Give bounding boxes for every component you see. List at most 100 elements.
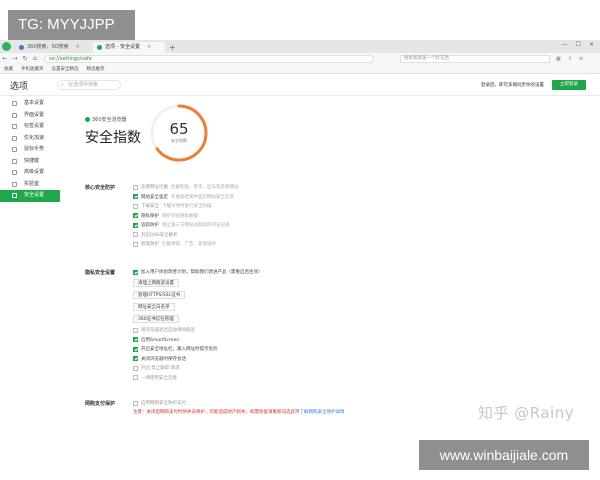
checkbox[interactable] [133,184,138,190]
watermark-bottom: www.winbaijiale.com [419,440,589,470]
tab-search[interactable]: 360搜索，SO搜索 × [15,42,93,53]
checkbox[interactable] [133,194,138,199]
manage-certs-button[interactable]: 管理HTTPS/SSL证书 [133,291,186,299]
option-row[interactable]: 关闭浏览器时保存会话 [133,356,186,362]
option-label: 随浏览器退出自动清除痕迹 [141,328,195,333]
option-row[interactable]: 启用SmartScreen [133,337,179,343]
checkbox[interactable] [133,375,138,380]
option-row[interactable]: 下载安全 下载文件时进行安全扫描 [133,203,212,209]
bookmark-item[interactable]: 精选推荐 [87,66,105,72]
option-row[interactable]: 开启'禁止跟踪'请求 [133,365,179,371]
option-row[interactable]: 开启安全地址栏，输入网址时提示危险 [133,346,218,352]
new-tab-icon[interactable]: + [165,42,180,53]
sidebar-item-label: 安全设置 [24,192,45,198]
sidebar-item-tabs[interactable]: 标签设置 [0,121,60,133]
bookmark-item[interactable]: 收藏 [4,66,13,72]
tab-settings[interactable]: 选项 - 安全设置 × [93,42,165,53]
close-icon[interactable]: × [76,42,80,53]
checkbox[interactable] [133,232,138,237]
browser-logo-icon[interactable] [2,42,11,51]
sidebar-item-label: 快捷键 [24,157,40,164]
bookmark-item[interactable]: 手机收藏夹 [21,66,44,72]
option-row[interactable]: 网站安全鉴定 在搜索结果中显示网站安全信息 [133,194,234,200]
address-toolbar: ← → ↻ ⌂ se://settings/safe 搜索看看第一个好东西 ▦ … [0,53,600,64]
tab-label: 选项 - 安全设置 [105,44,140,50]
search-placeholder: 在选项中搜索 [68,82,99,88]
minimize-icon[interactable]: — [562,41,568,48]
option-desc: 在搜索结果中显示网站安全信息 [171,194,234,200]
option-label: 恶意网址拦截 [141,185,168,190]
checkbox[interactable] [133,269,138,275]
rocket-icon [12,135,17,141]
payment-protect-option[interactable]: 启用网购安全防护支付 [133,400,186,406]
sidebar-item-security[interactable]: 安全设置 [0,190,60,202]
option-row[interactable]: 追踪防护 阻止第三方网站追踪您的浏览记录 [133,222,230,228]
watermark-top: TG: MYYJJPP [8,10,135,40]
checkbox[interactable] [133,346,138,352]
back-icon[interactable]: ← [0,55,10,62]
option-label: 隐私保护 [141,213,159,219]
option-row[interactable]: 开启DNS安全解析 [133,232,178,238]
option-label: 开启DNS安全解析 [141,232,178,238]
core-section-title: 核心安全防护 [85,185,116,191]
sidebar-item-label: 标签设置 [24,123,45,129]
bookmarks-bar: 收藏 手机收藏夹 设置安全精选 精选推荐 [0,64,600,74]
checkbox[interactable] [133,222,138,228]
option-label: 网站安全鉴定 [141,194,168,200]
menu-icon[interactable]: ≡ [579,56,583,62]
settings-header: 选项 ⌕ 在选项中搜索 登录后，即可多端同步你的设置 立即登录 [0,74,600,96]
close-window-icon[interactable]: ✕ [589,41,594,48]
experience-plan-option[interactable]: 加入用户体验改善计划，帮助我们改进产品（需重启后生效） [133,269,263,275]
maximize-icon[interactable]: ☐ [576,41,581,48]
login-button[interactable]: 立即登录 [552,80,586,90]
bookmark-item[interactable]: 设置安全精选 [52,66,79,72]
login-hint: 登录后，即可多端同步你的设置 [481,83,544,88]
sidebar-item-gestures[interactable]: 鼠标手势 [0,144,60,156]
option-row[interactable]: 智能防护 拦截弹窗、广告、恶意插件 [133,241,216,247]
forward-icon[interactable]: → [10,55,20,62]
sidebar-item-ui[interactable]: 界面设置 [0,110,60,122]
checkbox[interactable] [133,337,138,342]
keyboard-icon [12,158,17,164]
checkbox[interactable] [133,400,138,406]
checkbox[interactable] [133,327,138,333]
sidebar-item-label: 实验室 [24,180,40,187]
option-desc: 下载文件时进行安全扫描 [162,204,212,209]
option-label: 启用网购安全防护支付 [141,401,186,406]
option-row[interactable]: 一律使用安全连接 [133,375,177,381]
home-icon[interactable]: ⌂ [30,55,40,62]
sidebar-item-lab[interactable]: 实验室 [0,179,60,191]
download-icon[interactable]: ⇩ [568,56,572,62]
security-index-title: 安全指数 [85,130,141,146]
browser-search-input[interactable]: 搜索看看第一个好东西 [400,54,550,63]
shield-icon [12,193,17,198]
option-desc: 阻止第三方网站追踪您的浏览记录 [162,223,230,228]
checkbox[interactable] [133,203,138,209]
checkbox[interactable] [133,241,138,247]
refresh-icon[interactable]: ↻ [20,55,30,62]
option-row[interactable]: 恶意网址拦截 拦截钓鱼、欺诈、挂马等恶意网址 [133,184,239,190]
extension-icon[interactable]: ▦ [556,56,561,62]
checkbox[interactable] [133,213,138,218]
checkbox[interactable] [133,365,138,371]
option-row[interactable]: 隐私保护 保护浏览隐私数据 [133,213,198,219]
tab-favicon-icon [19,45,24,50]
settings-main: 360安全浏览器 安全指数 65 安全指数 核心安全防护 恶意网址拦截 拦截钓鱼、… [60,96,600,416]
warning-link[interactable]: 了解网购安全保护详情 [300,410,345,415]
checkbox[interactable] [133,356,138,361]
sidebar-item-basic[interactable]: 基本设置 [0,98,60,110]
option-label: 追踪防护 [141,223,159,228]
sidebar-item-shortcuts[interactable]: 快捷键 [0,156,60,168]
url-field[interactable]: se://settings/safe [44,54,374,63]
cert-trust-button[interactable]: 360证书信任管理 [133,315,179,323]
window-controls: — ☐ ✕ [562,41,594,48]
sidebar-item-label: 基本设置 [24,100,45,106]
whitelist-button[interactable]: 网址安全白名单 [133,303,175,311]
sidebar-item-advanced[interactable]: 高级设置 [0,167,60,179]
close-icon[interactable]: × [147,42,151,53]
clear-traces-button[interactable]: 清理上网痕迹设置 [133,279,179,287]
option-row[interactable]: 随浏览器退出自动清除痕迹 [133,327,195,333]
settings-search-input[interactable]: ⌕ 在选项中搜索 [57,80,121,90]
sidebar-item-speed[interactable]: 优化加速 [0,133,60,145]
sidebar-item-label: 鼠标手势 [24,146,45,152]
